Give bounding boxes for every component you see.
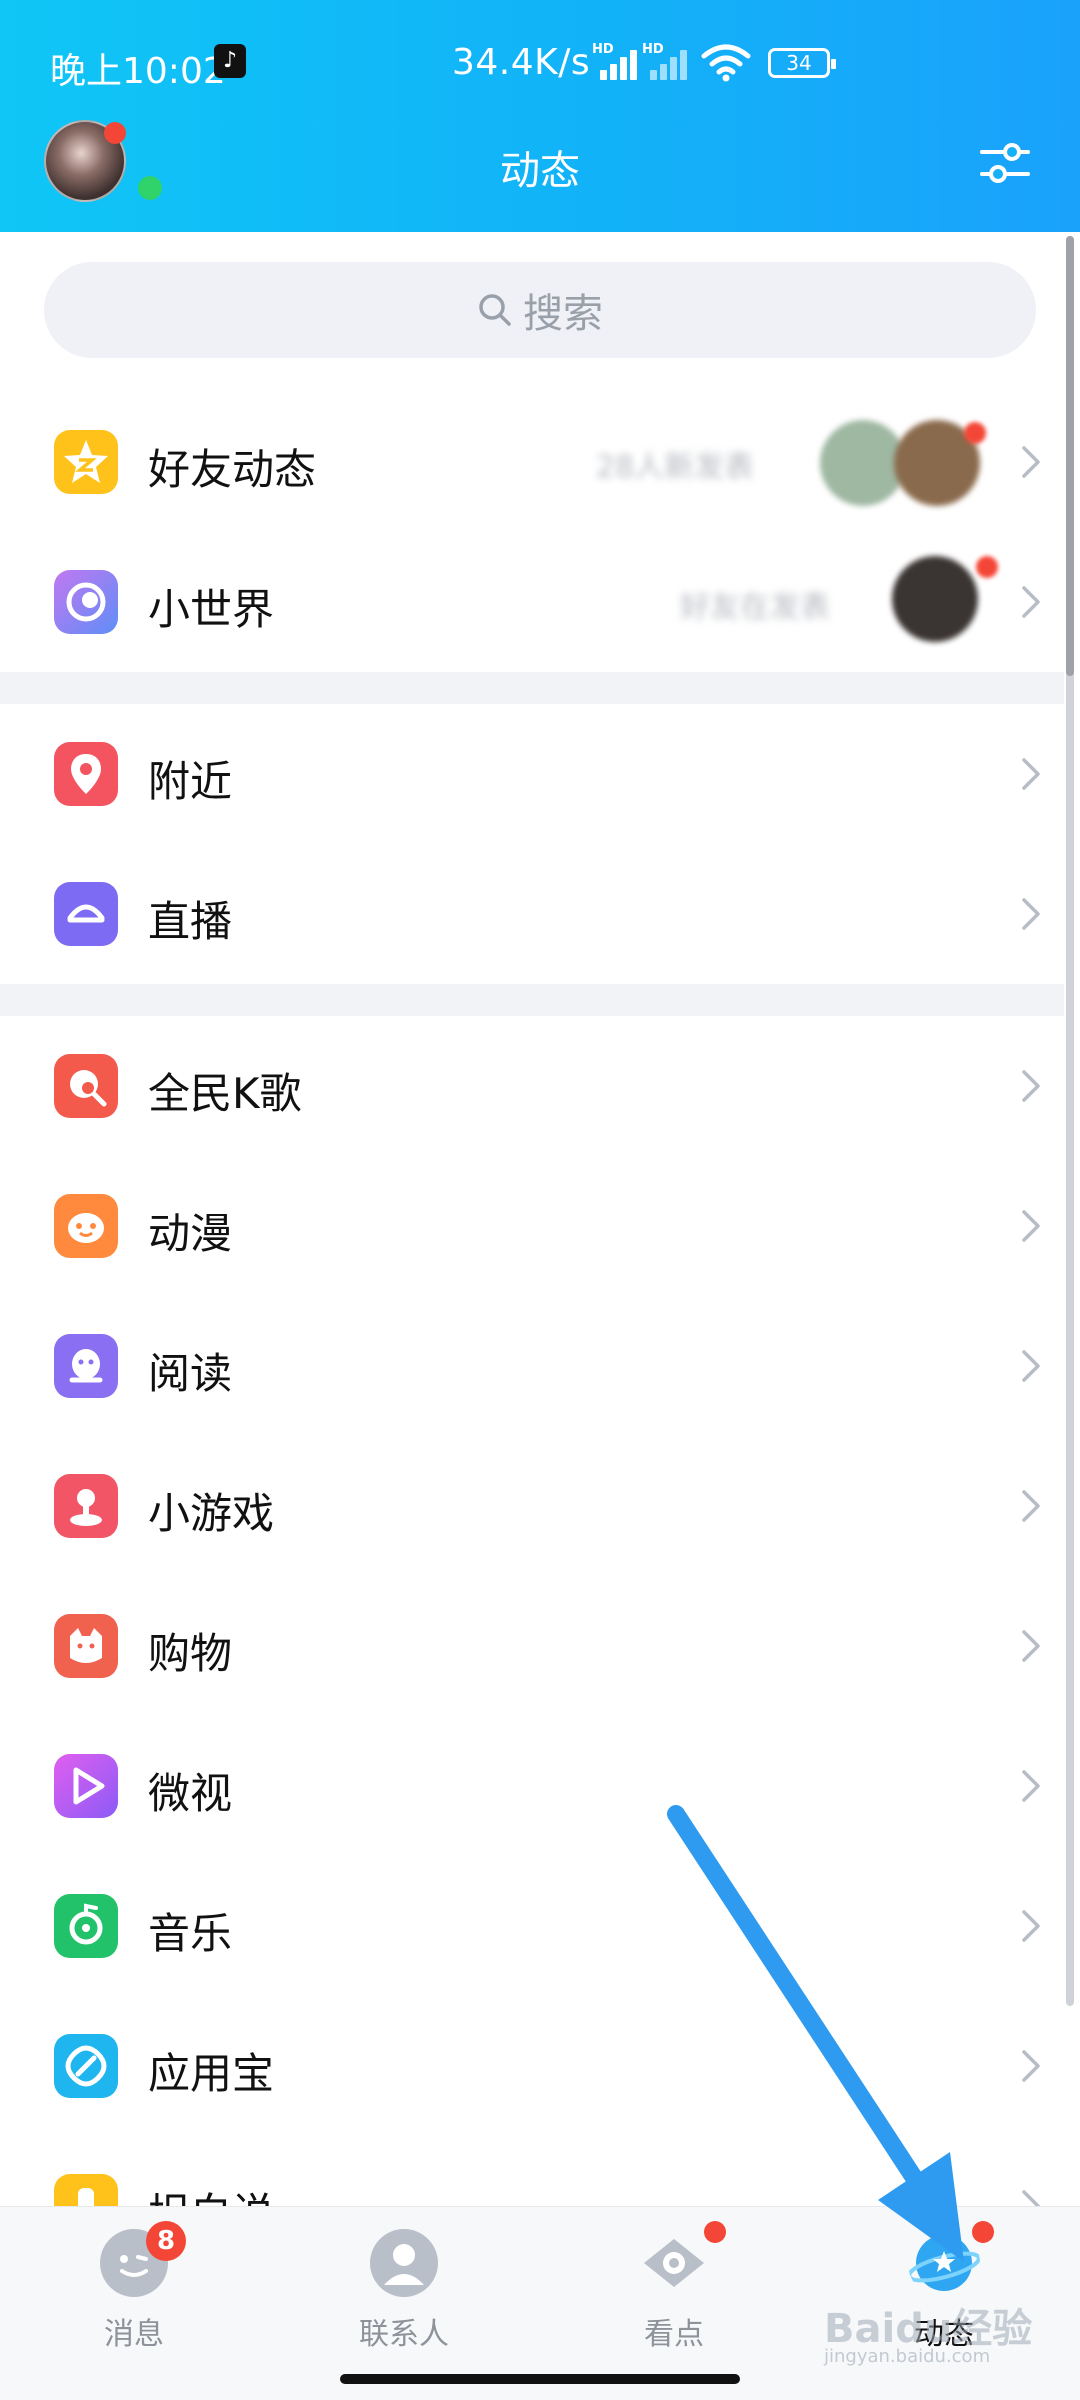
tab-messages[interactable]: 8 消息 xyxy=(34,2221,234,2361)
small-world-icon xyxy=(54,570,118,634)
list-item-reading[interactable]: 阅读 xyxy=(0,1296,1064,1436)
notification-dot xyxy=(972,2221,994,2243)
notification-dot xyxy=(976,556,998,578)
chevron-right-icon xyxy=(1022,1490,1040,1522)
list-item-label: 音乐 xyxy=(148,1909,233,1958)
list-item-mini-game[interactable]: 小游戏 xyxy=(0,1436,1064,1576)
list-item-label: 阅读 xyxy=(148,1349,233,1398)
reading-icon xyxy=(54,1334,118,1398)
chevron-right-icon xyxy=(1022,1770,1040,1802)
list-item-label: 应用宝 xyxy=(148,2049,275,2098)
search-bar[interactable]: 搜索 xyxy=(44,262,1036,358)
signal-icon: HD xyxy=(592,42,642,80)
tab-kandian[interactable]: 看点 xyxy=(574,2221,774,2361)
notification-dot xyxy=(964,422,986,444)
list-item-weishi[interactable]: 微视 xyxy=(0,1716,1064,1856)
list-item-label: 全民K歌 xyxy=(148,1069,302,1118)
chevron-right-icon xyxy=(1022,1350,1040,1382)
main-content: 搜索 好友动态 28人新发表 小世界 好友在发表 附近 直播 全民K歌 动漫 阅… xyxy=(0,232,1080,2238)
list-item-anime[interactable]: 动漫 xyxy=(0,1156,1064,1296)
list-item-label: 购物 xyxy=(148,1629,233,1678)
friend-feed-summary: 28人新发表 xyxy=(596,450,755,485)
watermark-url: jingyan.baidu.com xyxy=(824,2346,991,2367)
status-bar: 晚上10:02 ♪ 34.4K/s HD HD 34 xyxy=(0,0,1080,120)
section-divider xyxy=(0,672,1064,704)
list-item-shopping[interactable]: 购物 xyxy=(0,1576,1064,1716)
header: 晚上10:02 ♪ 34.4K/s HD HD 34 动态 xyxy=(0,0,1080,232)
mini-game-icon xyxy=(54,1474,118,1538)
page-title: 动态 xyxy=(500,148,580,194)
friend-avatar xyxy=(892,556,978,642)
list-item-nearby[interactable]: 附近 xyxy=(0,704,1064,844)
chevron-right-icon xyxy=(1022,1210,1040,1242)
tab-label: 看点 xyxy=(644,2317,704,2352)
list-item-karaoke[interactable]: 全民K歌 xyxy=(0,1016,1064,1156)
chevron-right-icon xyxy=(1022,2050,1040,2082)
qzone-star-icon xyxy=(54,430,118,494)
tiktok-icon: ♪ xyxy=(214,44,246,78)
chevron-right-icon xyxy=(1022,758,1040,790)
live-icon xyxy=(54,882,118,946)
chevron-right-icon xyxy=(1022,1070,1040,1102)
list-item-music[interactable]: 音乐 xyxy=(0,1856,1064,1996)
eye-icon xyxy=(644,2239,704,2287)
karaoke-icon xyxy=(54,1054,118,1118)
list-item-live[interactable]: 直播 xyxy=(0,844,1064,984)
chevron-right-icon xyxy=(1022,446,1040,478)
shopping-icon xyxy=(54,1614,118,1678)
list-item-label: 小世界 xyxy=(148,585,275,634)
notification-dot xyxy=(704,2221,726,2243)
list-item-app-store[interactable]: 应用宝 xyxy=(0,1996,1064,2136)
unread-badge: 8 xyxy=(146,2221,186,2261)
wifi-icon xyxy=(701,44,751,82)
section-divider xyxy=(0,984,1064,1016)
chevron-right-icon xyxy=(1022,1910,1040,1942)
anime-icon xyxy=(54,1194,118,1258)
qq-dynamics-screen: 晚上10:02 ♪ 34.4K/s HD HD 34 动态 搜索 好友动态 28… xyxy=(0,0,1080,2400)
search-icon xyxy=(479,294,511,326)
music-icon xyxy=(54,1894,118,1958)
weishi-icon xyxy=(54,1754,118,1818)
planet-icon xyxy=(908,2235,980,2291)
tab-contacts[interactable]: 联系人 xyxy=(304,2221,504,2361)
settings-sliders-icon[interactable] xyxy=(978,136,1032,190)
battery-icon: 34 xyxy=(768,48,836,78)
list-item-label: 动漫 xyxy=(148,1209,233,1258)
scrollbar-thumb[interactable] xyxy=(1066,236,1074,676)
home-indicator[interactable] xyxy=(340,2374,740,2384)
list-item-label: 微视 xyxy=(148,1769,233,1818)
list-item-label: 小游戏 xyxy=(148,1489,275,1538)
list-item-friend-feed[interactable]: 好友动态 28人新发表 xyxy=(0,392,1064,532)
list-item-small-world[interactable]: 小世界 好友在发表 xyxy=(0,532,1064,672)
network-speed: 34.4K/s xyxy=(452,42,591,83)
contacts-icon xyxy=(370,2229,438,2297)
search-placeholder: 搜索 xyxy=(523,291,603,337)
chevron-right-icon xyxy=(1022,898,1040,930)
list-item-label: 附近 xyxy=(148,757,233,806)
tab-label: 消息 xyxy=(104,2317,164,2352)
signal-icon-2: HD xyxy=(642,42,692,80)
status-time: 晚上10:02 xyxy=(50,51,226,92)
chevron-right-icon xyxy=(1022,586,1040,618)
list-item-label: 直播 xyxy=(148,897,233,946)
small-world-summary: 好友在发表 xyxy=(680,590,830,625)
tab-label: 联系人 xyxy=(359,2317,449,2352)
location-pin-icon xyxy=(54,742,118,806)
chevron-right-icon xyxy=(1022,1630,1040,1662)
list-item-label: 好友动态 xyxy=(148,445,317,494)
app-store-icon xyxy=(54,2034,118,2098)
